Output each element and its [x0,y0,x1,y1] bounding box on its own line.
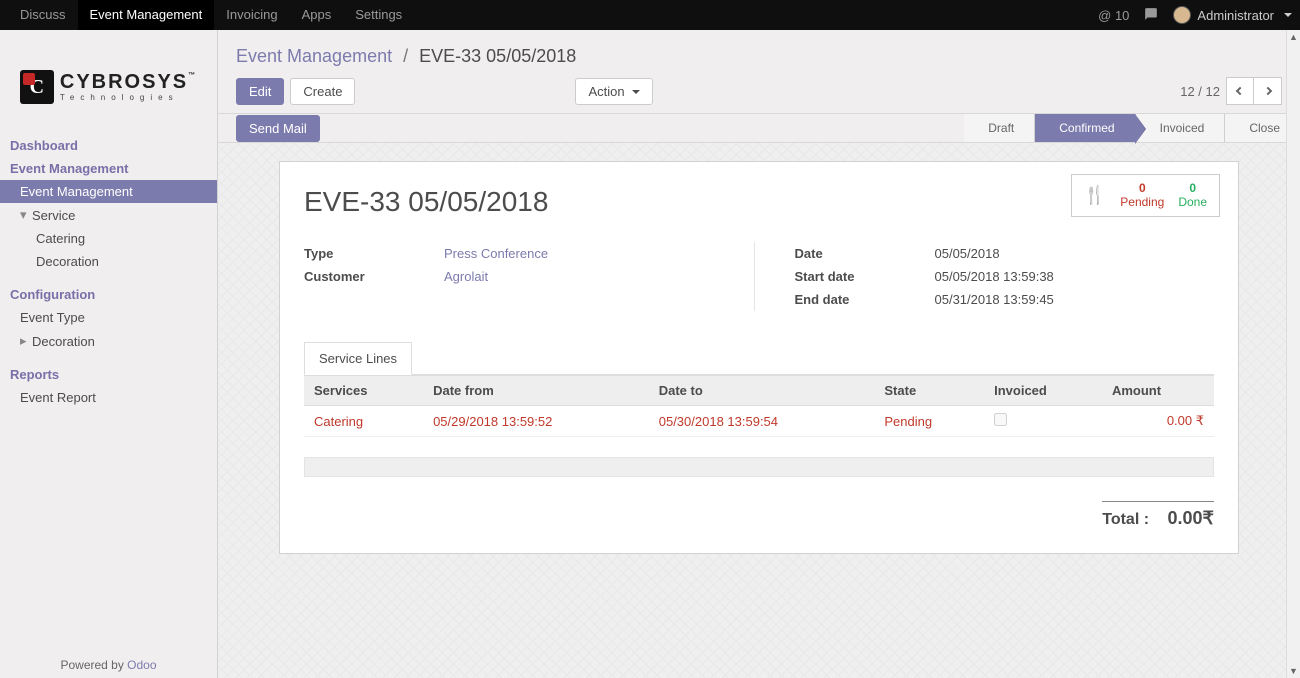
create-button[interactable]: Create [290,78,355,105]
chevron-down-icon: ▾ [20,207,30,223]
sheet-background: 🍴 0Pending 0Done EVE-33 05/05/2018 TypeP… [218,143,1300,678]
table-footer-strip [304,457,1214,477]
cell-invoiced [984,406,1102,437]
col-date-from: Date from [423,376,649,406]
cell-service: Catering [304,406,423,437]
content-header: Event Management / EVE-33 05/05/2018 Edi… [218,30,1300,113]
field-customer[interactable]: Agrolait [444,269,488,284]
sidebar-footer: Powered by Odoo [0,658,217,672]
col-state: State [874,376,984,406]
odoo-link[interactable]: Odoo [127,658,156,672]
scroll-up-arrow-icon[interactable]: ▲ [1287,30,1300,44]
sidebar-item-decoration-config[interactable]: ▸Decoration [0,329,217,353]
breadcrumb: Event Management / EVE-33 05/05/2018 [236,40,1282,77]
sidebar-item-catering[interactable]: Catering [0,227,217,250]
status-confirmed[interactable]: Confirmed [1034,114,1134,142]
sidebar-item-event-management[interactable]: Event Management [0,180,217,203]
edit-button[interactable]: Edit [236,78,284,105]
stat-button[interactable]: 🍴 0Pending 0Done [1071,174,1220,217]
nav-event-management[interactable]: Event Management [78,0,215,30]
breadcrumb-separator: / [403,46,408,66]
col-invoiced: Invoiced [984,376,1102,406]
cell-date-from: 05/29/2018 13:59:52 [423,406,649,437]
notebook-tabs: Service Lines [304,341,1214,375]
sidebar-item-service[interactable]: ▾Service [0,203,217,227]
label-date: Date [795,246,935,261]
pager-prev-button[interactable] [1226,77,1254,105]
vertical-scrollbar[interactable]: ▲ ▼ [1286,30,1300,678]
sidebar-item-decoration[interactable]: Decoration [0,250,217,273]
top-navbar: Discuss Event Management Invoicing Apps … [0,0,1300,30]
avatar-icon [1173,6,1191,24]
breadcrumb-link[interactable]: Event Management [236,46,392,66]
pager-next-button[interactable] [1254,77,1282,105]
sidebar: C CYBROSYS™ Technologies Dashboard Event… [0,30,218,678]
nav-settings[interactable]: Settings [343,0,414,30]
caret-down-icon [1284,13,1292,17]
col-amount: Amount [1102,376,1214,406]
nav-discuss[interactable]: Discuss [8,0,78,30]
cutlery-icon: 🍴 [1084,185,1106,206]
sidebar-dashboard[interactable]: Dashboard [0,134,217,157]
col-date-to: Date to [649,376,875,406]
field-type[interactable]: Press Conference [444,246,548,261]
sidebar-item-event-type[interactable]: Event Type [0,306,217,329]
user-menu[interactable]: Administrator [1173,6,1292,24]
nav-invoicing[interactable]: Invoicing [214,0,289,30]
caret-down-icon [632,90,640,94]
label-type: Type [304,246,444,261]
status-invoiced[interactable]: Invoiced [1135,114,1225,142]
chat-icon[interactable] [1143,7,1159,24]
cell-amount: 0.00 ₹ [1102,406,1214,437]
chevron-left-icon [1236,87,1244,95]
field-date: 05/05/2018 [935,246,1000,261]
sidebar-reports[interactable]: Reports [0,363,217,386]
field-start-date: 05/05/2018 13:59:38 [935,269,1054,284]
chevron-right-icon [1263,87,1271,95]
tab-service-lines[interactable]: Service Lines [304,342,412,375]
label-end-date: End date [795,292,935,307]
field-end-date: 05/31/2018 13:59:45 [935,292,1054,307]
invoiced-checkbox [994,413,1007,426]
chevron-right-icon: ▸ [20,333,30,349]
sidebar-event-management-header[interactable]: Event Management [0,157,217,180]
service-lines-table: Services Date from Date to State Invoice… [304,375,1214,437]
total-row: Total : 0.00₹ [1102,501,1214,529]
logo-tagline: Technologies [60,94,179,102]
nav-apps[interactable]: Apps [290,0,344,30]
pager-text: 12 / 12 [1180,84,1220,99]
col-services: Services [304,376,423,406]
label-start-date: Start date [795,269,935,284]
sidebar-item-event-report[interactable]: Event Report [0,386,217,409]
scroll-down-arrow-icon[interactable]: ▼ [1287,664,1300,678]
cell-date-to: 05/30/2018 13:59:54 [649,406,875,437]
main-content: Event Management / EVE-33 05/05/2018 Edi… [218,30,1300,678]
logo-mark-icon: C [20,70,54,104]
breadcrumb-current: EVE-33 05/05/2018 [419,46,576,66]
status-draft[interactable]: Draft [964,114,1034,142]
label-customer: Customer [304,269,444,284]
form-sheet: 🍴 0Pending 0Done EVE-33 05/05/2018 TypeP… [279,161,1239,554]
table-row[interactable]: Catering 05/29/2018 13:59:52 05/30/2018 … [304,406,1214,437]
sidebar-configuration[interactable]: Configuration [0,283,217,306]
logo-name: CYBROSYS [60,71,188,93]
status-bar: Send Mail Draft Confirmed Invoiced Close [218,113,1300,143]
user-name: Administrator [1197,8,1274,23]
company-logo: C CYBROSYS™ Technologies [0,30,217,134]
send-mail-button[interactable]: Send Mail [236,115,320,142]
cell-state: Pending [874,406,984,437]
at-mentions-counter[interactable]: @ 10 [1098,8,1129,23]
action-dropdown[interactable]: Action [575,78,653,105]
